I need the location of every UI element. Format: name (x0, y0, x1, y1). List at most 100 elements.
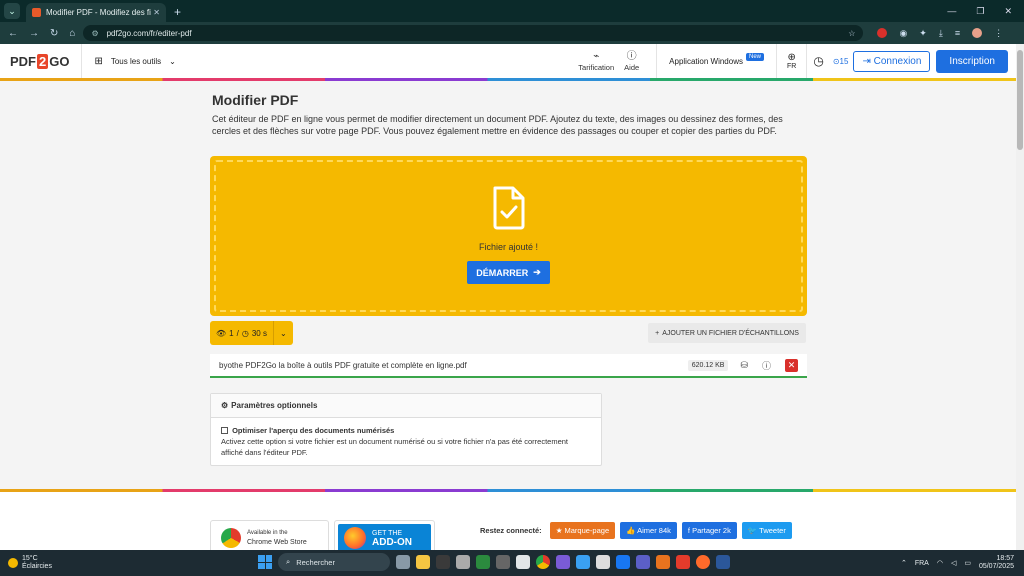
weather-widget[interactable]: 15°C Éclaircies (0, 555, 52, 571)
arrow-right-icon: ➔ (533, 267, 541, 278)
options-dropdown[interactable]: ⌄ (273, 321, 293, 345)
chrome-icon (221, 528, 241, 548)
back-icon[interactable]: ← (8, 28, 18, 39)
app-icon[interactable] (436, 555, 450, 569)
language-selector[interactable]: ⊕ FR (776, 44, 806, 78)
app-icon[interactable] (516, 555, 530, 569)
page-description: Cet éditeur de PDF en ligne vous permet … (212, 114, 806, 137)
stay-connected-label: Restez connecté: (480, 526, 542, 535)
help-label: Aide (624, 63, 639, 72)
bookmark-button[interactable]: ★ Marque-page (550, 522, 615, 539)
teams-icon[interactable] (636, 555, 650, 569)
page-viewport: PDF 2 GO ⊞ Tous les outils ⌄ ⌁ Tarificat… (0, 44, 1016, 550)
speaker-icon[interactable]: ◁ (951, 559, 956, 567)
input-language[interactable]: FRA (915, 560, 929, 567)
history-button[interactable]: ◷ (806, 44, 829, 78)
wifi-icon[interactable]: ◠ (937, 559, 943, 567)
scrollbar-thumb[interactable] (1017, 50, 1023, 150)
start-button[interactable]: DÉMARRER ➔ (467, 261, 550, 284)
search-placeholder: Rechercher (296, 558, 335, 567)
chrome-icon[interactable] (536, 555, 550, 569)
restore-icon[interactable]: ❐ (976, 6, 984, 17)
tweet-button[interactable]: 🐦 Tweeter (742, 522, 792, 539)
like-button[interactable]: 👍 Aimer 84k (620, 522, 677, 539)
login-button[interactable]: ⇥ Connexion (853, 51, 930, 72)
all-tools-label: Tous les outils (111, 57, 161, 66)
profile-avatar[interactable] (972, 28, 982, 38)
add-sample-file-button[interactable]: + AJOUTER UN FICHIER D'ÉCHANTILLONS (648, 323, 806, 343)
file-explorer-icon[interactable] (416, 555, 430, 569)
tag-icon: ⌁ (593, 51, 599, 63)
app-icon[interactable] (576, 555, 590, 569)
share-button[interactable]: f Partager 2k (682, 522, 737, 539)
firefox-addon-badge[interactable]: GET THE ADD-ON (334, 520, 435, 550)
xbox-icon[interactable] (476, 555, 490, 569)
history-icon: ◷ (813, 54, 823, 68)
task-view-icon[interactable] (396, 555, 410, 569)
extension-icon[interactable] (877, 28, 887, 38)
login-label: Connexion (874, 56, 922, 67)
windows-app-link[interactable]: Application Windows New (656, 44, 776, 78)
extensions-puzzle-icon[interactable]: ✦ (919, 28, 927, 39)
temperature: 15°C (22, 555, 52, 563)
minimize-icon[interactable]: — (947, 6, 956, 17)
app-icon[interactable] (456, 555, 470, 569)
taskbar-search[interactable]: ⌕ Rechercher (278, 553, 390, 571)
tab-title: Modifier PDF - Modifiez des fi (46, 8, 151, 17)
start-button[interactable] (258, 555, 272, 569)
app-icon[interactable] (656, 555, 670, 569)
help-link[interactable]: ⓘ Aide (619, 51, 644, 72)
file-dropzone[interactable]: Fichier ajouté ! DÉMARRER ➔ (210, 156, 807, 316)
pricing-link[interactable]: ⌁ Tarification (573, 51, 619, 72)
app-icon[interactable] (556, 555, 570, 569)
chrome-web-store-badge[interactable]: Available in the Chrome Web Store (210, 520, 329, 550)
site-info-icon[interactable]: ⚙ (91, 29, 98, 38)
language-label: FR (787, 63, 796, 70)
reading-list-icon[interactable]: ≡ (955, 28, 960, 38)
site-header: PDF 2 GO ⊞ Tous les outils ⌄ ⌁ Tarificat… (0, 44, 1016, 78)
weather-icon (8, 558, 18, 568)
messenger-icon[interactable] (616, 555, 630, 569)
app-icon[interactable] (596, 555, 610, 569)
time-estimate: 30 s (252, 329, 267, 338)
download-icon[interactable]: ⤓ (939, 28, 943, 39)
home-icon[interactable]: ⌂ (69, 28, 75, 39)
battery-icon[interactable]: ▭ (964, 559, 971, 567)
extension-icon[interactable]: ◉ (899, 28, 907, 39)
pdf2go-logo[interactable]: PDF 2 GO (10, 54, 69, 69)
close-icon[interactable]: ✕ (153, 8, 160, 17)
signup-button[interactable]: Inscription (936, 50, 1008, 73)
page-scrollbar[interactable] (1016, 44, 1024, 550)
optional-settings-heading: ⚙ Paramètres optionnels (211, 394, 601, 418)
grid-icon: ⊞ (94, 56, 102, 67)
app-icon[interactable] (676, 555, 690, 569)
globe-icon: ⊕ (787, 52, 795, 63)
word-icon[interactable] (716, 555, 730, 569)
file-size: 620.12 KB (688, 360, 729, 371)
info-icon[interactable]: ⓘ (762, 359, 771, 372)
tab-search-button[interactable]: ⌄ (4, 3, 20, 19)
clock-date: 05/07/2025 (979, 563, 1014, 571)
optimize-preview-option[interactable]: Optimiser l'aperçu des documents numéris… (221, 425, 591, 436)
clock[interactable]: 18:57 05/07/2025 (979, 555, 1014, 571)
firefox-icon[interactable] (696, 555, 710, 569)
optimize-preview-help: Activez cette option si votre fichier es… (221, 436, 591, 458)
delete-file-button[interactable]: ✕ (785, 359, 798, 372)
uploaded-file-row: byothe PDF2Go la boîte à outils PDF grat… (210, 354, 807, 378)
all-tools-menu[interactable]: ⊞ Tous les outils ⌄ (94, 56, 175, 67)
drive-icon[interactable]: ⛁ (740, 360, 748, 371)
url-field[interactable]: ⚙ pdf2go.com/fr/editer-pdf ☆ (83, 25, 863, 41)
preview-options-bar[interactable]: 👁 1 / ◷ 30 s ⌄ (210, 321, 293, 345)
browser-tab[interactable]: Modifier PDF - Modifiez des fi ✕ (26, 3, 166, 22)
chevron-up-icon[interactable]: ⌃ (901, 559, 907, 567)
app-icon[interactable] (496, 555, 510, 569)
optimize-preview-checkbox[interactable] (221, 427, 228, 434)
reload-icon[interactable]: ↻ (50, 28, 58, 39)
optimize-preview-label: Optimiser l'aperçu des documents numéris… (232, 426, 394, 435)
forward-icon[interactable]: → (29, 28, 39, 39)
window-close-icon[interactable]: ✕ (1004, 6, 1012, 17)
menu-icon[interactable]: ⋮ (994, 28, 1003, 39)
new-tab-button[interactable]: + (174, 5, 181, 19)
addon-big: ADD-ON (372, 537, 412, 548)
bookmark-star-icon[interactable]: ☆ (848, 29, 855, 38)
